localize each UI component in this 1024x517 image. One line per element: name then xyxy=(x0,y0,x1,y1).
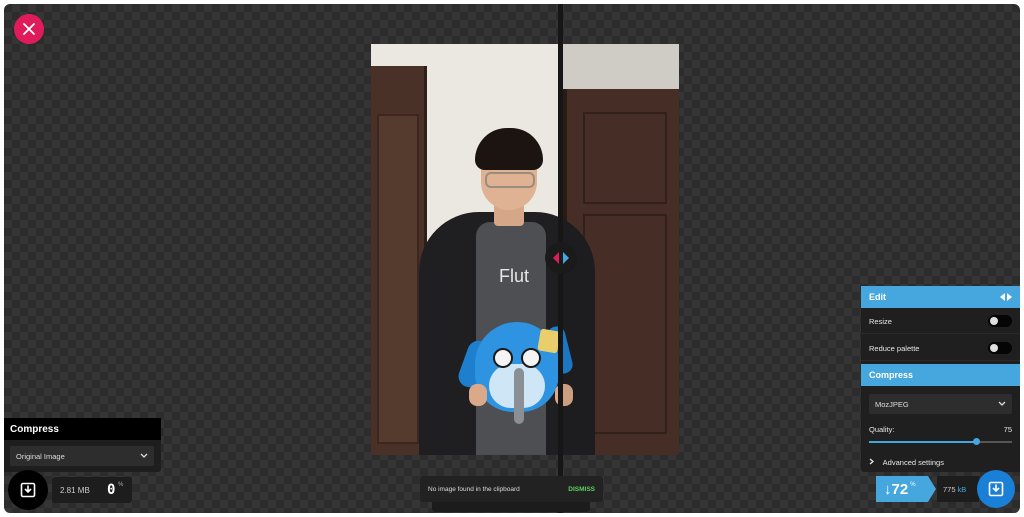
original-percent: 0 xyxy=(107,482,116,498)
right-options-panel: Edit Resize Reduce palette Compress MozJ… xyxy=(861,286,1020,472)
quality-value[interactable]: 75 xyxy=(1004,425,1012,434)
chevron-down-icon xyxy=(998,401,1006,406)
savings-percent: ↓ 72 % xyxy=(876,476,936,502)
savings-arrow: ↓ xyxy=(884,480,892,498)
original-size-box: 2.81 MB 0 % xyxy=(52,477,132,503)
codec-select[interactable]: MozJPEG xyxy=(869,394,1012,414)
resize-toggle[interactable] xyxy=(988,315,1012,327)
zoom-toolbar[interactable] xyxy=(432,502,590,512)
app-frame: Flut Compress Original Image 2.81 MB 0 %… xyxy=(4,4,1020,513)
savings-value: 72 xyxy=(891,480,909,498)
output-size-value: 775 xyxy=(943,484,956,494)
shirt-text: Flut xyxy=(499,266,530,286)
chevron-down-icon xyxy=(140,453,148,458)
advanced-settings-toggle[interactable]: Advanced settings xyxy=(869,458,944,467)
close-button[interactable] xyxy=(14,14,44,44)
download-compressed-button[interactable] xyxy=(977,470,1015,508)
snackbar: No image found in the clipboard DISMISS xyxy=(420,476,603,502)
chevron-right-icon xyxy=(869,458,875,465)
download-icon xyxy=(20,482,36,498)
percent-symbol: % xyxy=(118,482,124,488)
left-method-select[interactable]: Original Image xyxy=(10,446,154,466)
advanced-settings-label: Advanced settings xyxy=(882,458,944,467)
reduce-palette-label: Reduce palette xyxy=(869,344,920,353)
left-method-value: Original Image xyxy=(16,451,65,461)
resize-row: Resize xyxy=(861,308,1020,334)
quality-slider-thumb[interactable] xyxy=(973,438,981,445)
left-compress-panel: Compress Original Image xyxy=(4,418,161,472)
split-handle[interactable] xyxy=(545,242,577,274)
quality-label: Quality: xyxy=(869,425,895,434)
dismiss-button[interactable]: DISMISS xyxy=(568,486,595,493)
original-file-size: 2.81 MB xyxy=(60,485,90,495)
output-size-unit: kB xyxy=(957,484,967,494)
codec-value: MozJPEG xyxy=(875,399,909,409)
reduce-palette-toggle[interactable] xyxy=(988,342,1012,354)
output-size: 775 kB xyxy=(937,476,979,502)
split-arrows-icon[interactable] xyxy=(1000,293,1012,301)
savings-badge: ↓ 72 % 775 kB xyxy=(876,476,979,502)
download-original-button[interactable] xyxy=(8,470,48,510)
compress-header: Compress xyxy=(4,418,161,440)
quality-slider[interactable] xyxy=(869,438,1012,445)
quality-slider-fill xyxy=(869,441,977,443)
close-icon xyxy=(23,23,35,35)
download-icon xyxy=(988,481,1004,497)
savings-symbol: % xyxy=(910,482,916,488)
edit-header: Edit xyxy=(861,286,1020,308)
split-arrows-icon xyxy=(553,252,569,264)
reduce-palette-row: Reduce palette xyxy=(861,335,1020,361)
resize-label: Resize xyxy=(869,317,892,326)
image-preview[interactable]: Flut xyxy=(371,44,679,455)
compress-header: Compress xyxy=(861,364,1020,386)
snackbar-message: No image found in the clipboard xyxy=(428,485,520,493)
